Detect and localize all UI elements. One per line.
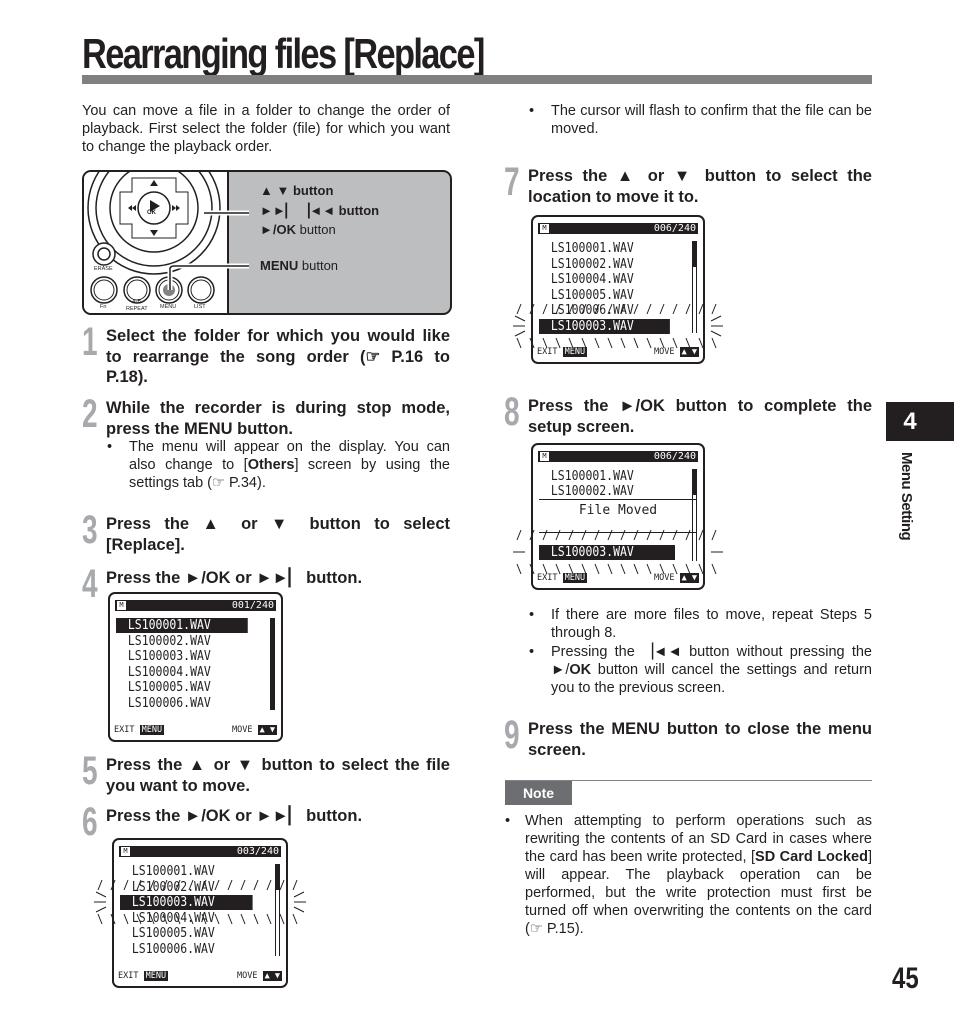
file-row: LS100004.WAV: [127, 663, 211, 680]
file-counter: 006/240: [653, 451, 696, 462]
step-text: While the recorder is during stop mode, …: [106, 399, 450, 438]
step-number: 9: [504, 713, 520, 757]
file-counter: 003/240: [236, 846, 279, 857]
step-8-bullet-2: • Pressing the ▕◄◄ button without pressin…: [529, 644, 872, 696]
lcd-footer: EXIT MENU MOVE ▲ ▼: [537, 573, 699, 583]
chapter-label: Menu Setting: [898, 452, 915, 541]
skip-button-label: ►►▏ ▕◄◄ button: [260, 203, 380, 218]
step-text: Press the ▲ or ▼ button to select [Repla…: [106, 515, 450, 554]
step-number: 7: [504, 160, 520, 204]
file-row: LS100005.WAV: [127, 679, 211, 695]
file-row: LS100002.WAV: [131, 878, 215, 895]
step-number: 2: [82, 392, 98, 436]
file-row: LS100006.WAV: [131, 940, 215, 957]
play-ok-button-label: ►/OK button: [260, 222, 336, 237]
folder-icon: M: [540, 224, 549, 233]
chapter-tab: 4: [886, 402, 954, 441]
file-row: LS100002.WAV: [550, 483, 634, 499]
step-number: 1: [82, 320, 98, 364]
scrollbar: [275, 864, 280, 956]
step-text: Press the ►/OK or ►►▏ button.: [106, 569, 363, 587]
lcd-screen-step-7: M 006/240 LS100001.WAV LS100002.WAV LS100004…: [513, 215, 723, 364]
folder-icon: M: [121, 847, 130, 856]
lcd-screen-step-8: M 006/240 LS100001.WAV LS100002.WAV File …: [513, 443, 723, 590]
updown-button-label: ▲ ▼ button: [260, 183, 334, 198]
intro-paragraph: You can move a file in a folder to chang…: [82, 103, 450, 155]
folder-icon: M: [117, 601, 126, 610]
step-6-bullet: • The cursor will flash to confirm that t…: [529, 103, 872, 137]
title-underline-bar: [82, 75, 872, 84]
note-label: Note: [505, 781, 572, 805]
device-button-diagram: OK ERASE Fn A-B REPEAT MENU LIST ▲ ▼ but…: [82, 170, 452, 315]
file-row: LS100006.WAV: [127, 694, 211, 711]
step-text: Press the MENU button to close the menu …: [528, 720, 873, 759]
step-text: Press the ►/OK button to complete the se…: [528, 397, 872, 436]
step-number: 4: [82, 562, 98, 606]
folder-icon: M: [540, 452, 549, 461]
file-row-selected: LS100003.WAV: [539, 545, 675, 560]
page-number: 45: [892, 962, 919, 995]
lcd-footer: EXIT MENU MOVE ▲ ▼: [537, 347, 699, 357]
step-text: Select the folder for which you would li…: [106, 327, 450, 386]
step-8-bullet-1: • If there are more files to move, repeat…: [529, 607, 872, 641]
lcd-screen-step-6: M 003/240 LS100001.WAV LS100002.WAV LS100003…: [94, 838, 306, 988]
file-row-selected: LS100003.WAV: [539, 318, 670, 334]
step-text: Press the ►/OK or ►►▏ button.: [106, 807, 363, 825]
file-row: LS100004.WAV: [131, 909, 215, 926]
file-row-selected: LS100003.WAV: [120, 895, 253, 910]
file-row: LS100006.WAV: [550, 302, 634, 318]
file-moved-popup: File Moved: [539, 499, 697, 533]
file-row: LS100003.WAV: [127, 648, 211, 664]
page-title: Rearranging files [Replace]: [82, 30, 485, 77]
lcd-header: M 001/240: [115, 600, 276, 611]
lcd-screen-step-4: M 001/240 LS100001.WAV LS100002.WAV LS100003…: [108, 592, 283, 742]
step-2-bullet: • The menu will appear on the display. Yo…: [107, 439, 450, 491]
step-number: 3: [82, 508, 98, 552]
step-number: 6: [82, 800, 98, 844]
file-row: LS100004.WAV: [550, 271, 634, 287]
file-row: LS100001.WAV: [550, 240, 634, 256]
file-counter: 006/240: [653, 223, 696, 234]
lcd-footer: EXIT MENU MOVE ▲ ▼: [114, 725, 277, 735]
file-row: LS100005.WAV: [550, 286, 634, 303]
menu-button-label: MENU button: [260, 258, 339, 273]
scrollbar: [270, 618, 275, 710]
file-row: LS100001.WAV: [131, 863, 215, 879]
scrollbar: [692, 241, 697, 333]
step-number: 8: [504, 390, 520, 434]
lcd-header: M 003/240: [119, 846, 281, 857]
lcd-footer: EXIT MENU MOVE ▲ ▼: [118, 971, 282, 981]
file-row: LS100005.WAV: [131, 925, 215, 941]
note-text: • When attempting to perform operations s…: [505, 813, 872, 937]
file-counter: 001/240: [231, 600, 274, 611]
file-row: LS100002.WAV: [127, 632, 211, 649]
lcd-header: M 006/240: [538, 451, 698, 462]
step-text: Press the ▲ or ▼ button to select the fi…: [106, 756, 450, 795]
step-text: Press the ▲ or ▼ button to select the lo…: [528, 167, 872, 206]
lcd-header: M 006/240: [538, 223, 698, 234]
step-number: 5: [82, 749, 98, 793]
file-row: LS100002.WAV: [550, 255, 634, 272]
file-row: LS100001.WAV: [550, 468, 634, 484]
file-row-selected: LS100001.WAV: [116, 618, 248, 633]
scrollbar: [692, 469, 697, 561]
